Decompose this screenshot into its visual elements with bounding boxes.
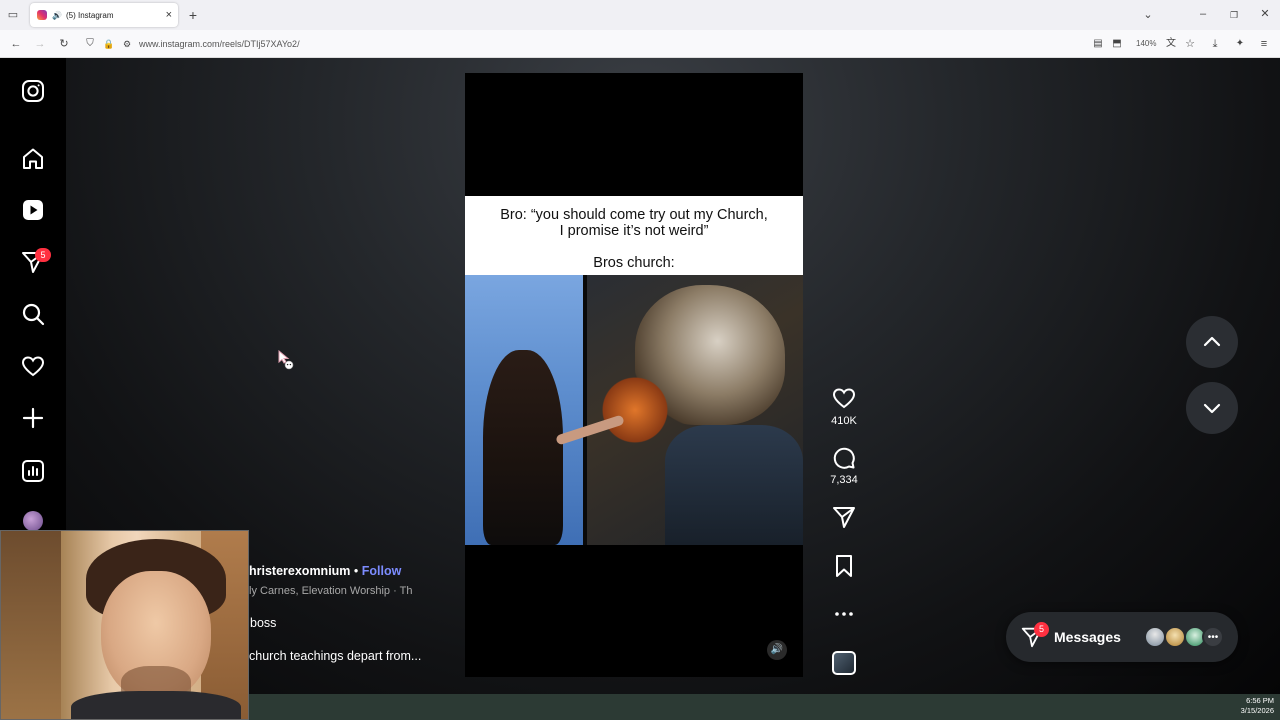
bookmark-star-icon[interactable]: ☆ [1183, 37, 1197, 51]
webcam-overlay [0, 530, 249, 720]
browser-tab-bar: ▭ 🔊 (5) Instagram × + ⌄ – ❐ ✕ [0, 0, 1280, 30]
browser-nav-bar: ← → ↻ ⛉ 🔒 ⚙ www.instagram.com/reels/DTIj… [0, 30, 1280, 58]
reel-caption-overlay: Bro: “you should come try out my Church,… [465, 196, 803, 275]
permissions-icon[interactable]: ⚙ [120, 37, 134, 51]
browser-tab[interactable]: 🔊 (5) Instagram × [30, 3, 178, 27]
like-heart-icon[interactable] [831, 385, 857, 411]
more-avatars-icon: ••• [1202, 626, 1224, 648]
create-plus-icon[interactable] [20, 405, 46, 431]
lock-icon[interactable]: 🔒 [102, 37, 116, 51]
comment-icon[interactable] [831, 445, 857, 471]
reel-caption-line: I promise it’s not weird” [559, 223, 709, 239]
reel-author-row: hristerexomnium • Follow [249, 564, 401, 578]
messages-badge: 5 [35, 248, 51, 262]
reels-icon[interactable] [20, 197, 46, 223]
tab-overflow-chevron-icon[interactable]: ⌄ [1141, 8, 1155, 22]
restore-icon[interactable]: ❐ [1227, 8, 1241, 22]
home-icon[interactable] [20, 146, 46, 172]
reader-view-icon[interactable]: ▤ [1091, 37, 1105, 51]
reel-audio-info[interactable]: ly Carnes, Elevation Worship · Th [249, 585, 412, 597]
screenshot-icon[interactable]: ⬒ [1110, 37, 1124, 51]
messages-label: Messages [1054, 629, 1121, 645]
zoom-level[interactable]: 140% [1136, 39, 1156, 48]
previous-reel-button[interactable] [1186, 316, 1238, 368]
save-bookmark-icon[interactable] [831, 553, 857, 579]
instagram-favicon-icon [37, 10, 47, 20]
avatar [1164, 626, 1186, 648]
messages-pill-badge: 5 [1034, 622, 1049, 637]
system-clock[interactable]: 6:56 PM 3/15/2026 [1234, 696, 1274, 716]
next-reel-button[interactable] [1186, 382, 1238, 434]
window-close-icon[interactable]: ✕ [1258, 7, 1272, 21]
dashboard-icon[interactable] [20, 458, 46, 484]
reel-caption-line: Bros church: [593, 255, 675, 271]
follow-separator: • [353, 564, 359, 578]
like-count: 410K [831, 415, 857, 427]
url-field[interactable]: www.instagram.com/reels/DTIj57XAYo2/ [139, 39, 300, 49]
os-taskbar: 6:56 PM 3/15/2026 [249, 694, 1280, 720]
reel-video-frame [465, 275, 803, 545]
speaker-icon[interactable]: 🔊 [52, 11, 62, 20]
more-options-icon[interactable] [831, 601, 857, 627]
mouse-cursor-icon [278, 349, 296, 370]
follow-button[interactable]: Follow [362, 564, 402, 578]
reel-caption-line: Bro: “you should come try out my Church, [500, 207, 768, 223]
forward-icon[interactable]: → [33, 37, 47, 51]
reel-description[interactable]: church teachings depart from... [249, 649, 421, 663]
chevron-up-icon [1203, 336, 1221, 347]
reel-username[interactable]: hristerexomnium [249, 564, 350, 578]
search-icon[interactable] [20, 301, 46, 327]
notifications-heart-icon[interactable] [20, 353, 46, 379]
shield-icon[interactable]: ⛉ [83, 37, 97, 51]
back-icon[interactable]: ← [9, 37, 23, 51]
mute-toggle-icon[interactable]: 🔊 [767, 640, 787, 660]
comment-count: 7,334 [830, 474, 858, 486]
audio-thumbnail-icon[interactable] [832, 651, 856, 675]
instagram-logo-icon[interactable] [20, 78, 46, 104]
clock-date: 3/15/2026 [1240, 706, 1274, 715]
menu-hamburger-icon[interactable]: ≡ [1257, 37, 1271, 51]
profile-avatar-icon[interactable] [23, 511, 43, 531]
reel-text-short: boss [250, 616, 277, 630]
translate-icon[interactable]: 文 [1164, 37, 1178, 51]
minimize-icon[interactable]: – [1196, 7, 1210, 21]
share-icon[interactable] [831, 504, 857, 530]
tab-close-icon[interactable]: × [166, 9, 172, 21]
new-tab-icon[interactable]: + [186, 8, 200, 22]
extensions-icon[interactable]: ✦ [1233, 37, 1247, 51]
clock-time: 6:56 PM [1246, 696, 1274, 705]
downloads-icon[interactable]: ⤓ [1208, 37, 1222, 51]
chevron-down-icon [1203, 403, 1221, 414]
tab-list-icon[interactable]: ▭ [6, 8, 20, 22]
tab-title: (5) Instagram [65, 10, 114, 20]
messages-pill[interactable]: 5 Messages ••• [1006, 612, 1238, 662]
reload-icon[interactable]: ↻ [57, 37, 71, 51]
avatar [1144, 626, 1166, 648]
